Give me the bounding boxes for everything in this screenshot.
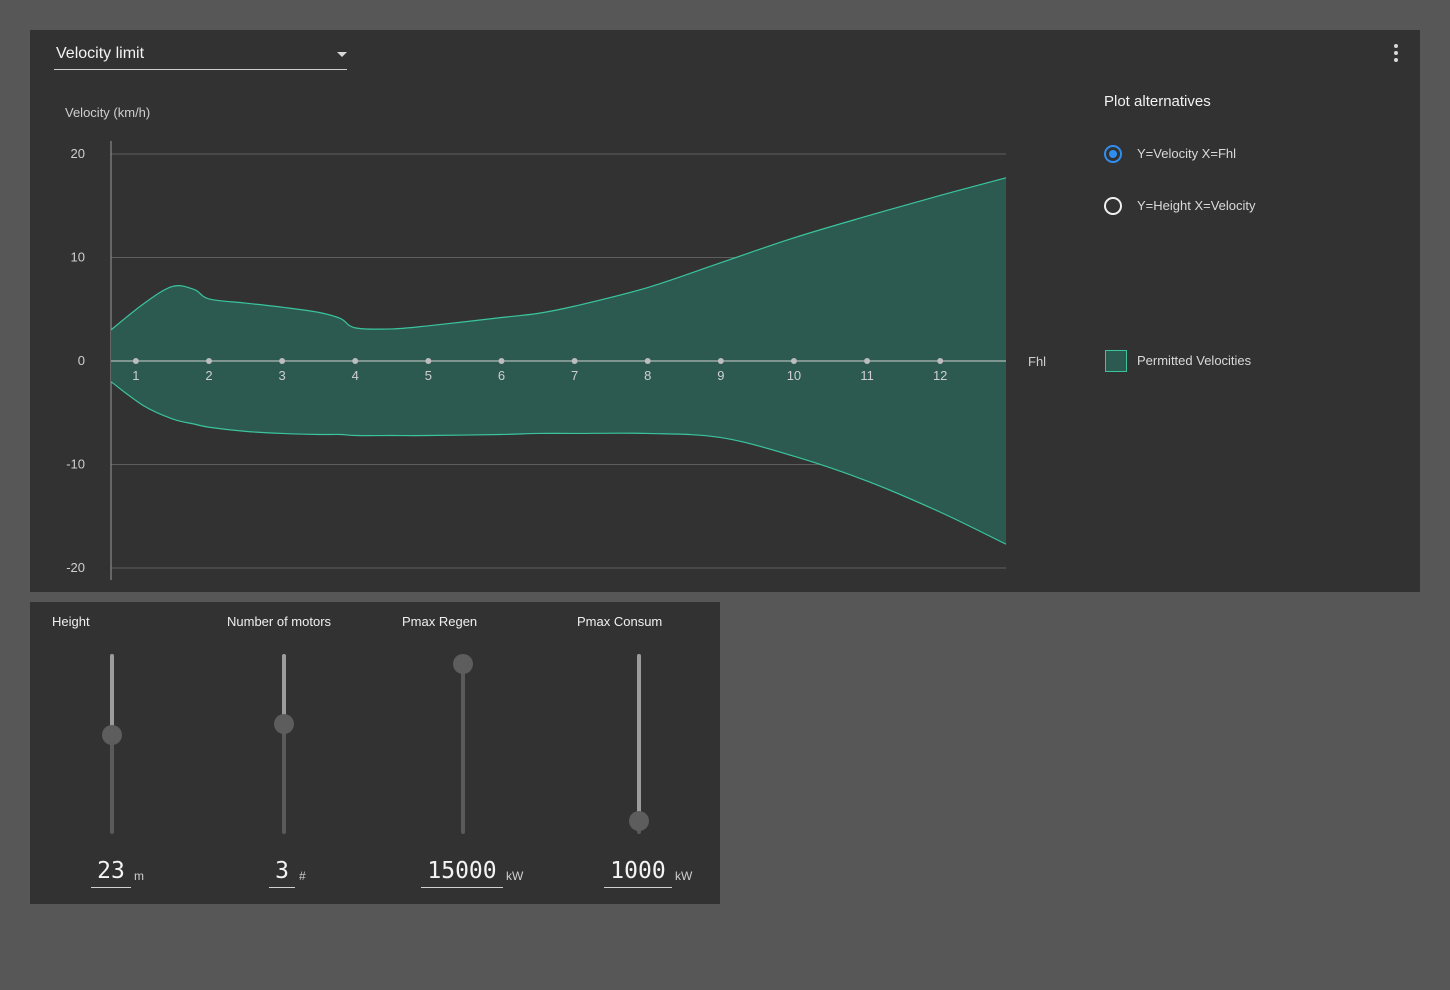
x-tick-label: 8 (644, 368, 651, 383)
x-tick-label: 11 (860, 368, 874, 383)
pmax-regen-unit: kW (506, 869, 524, 883)
motors-slider[interactable] (274, 654, 294, 834)
x-tick-marker (352, 358, 359, 364)
slider-thumb[interactable] (453, 654, 473, 674)
motors-unit: # (299, 869, 306, 883)
x-tick-marker (571, 358, 578, 364)
x-tick-marker (790, 358, 797, 364)
x-tick-label: 12 (933, 368, 947, 383)
controls-panel: Height 23 m Number of motors 3 # Pmax Re… (30, 602, 720, 904)
x-tick-marker (864, 358, 871, 364)
y-axis-label: Velocity (km/h) (65, 105, 150, 120)
plot-option-label: Y=Velocity X=Fhl (1137, 146, 1236, 161)
x-tick-label: 2 (205, 368, 212, 383)
more-vertical-icon[interactable] (1390, 44, 1402, 62)
x-tick-marker (279, 358, 286, 364)
radio-button[interactable] (1104, 145, 1122, 163)
slider-thumb[interactable] (629, 811, 649, 832)
pmax-regen-control: Pmax Regen 15000 kW (380, 602, 555, 904)
height-unit: m (134, 869, 144, 883)
slider-thumb[interactable] (102, 725, 122, 745)
pmax-consum-unit: kW (675, 869, 693, 883)
pmax-consum-slider[interactable] (629, 654, 649, 834)
pmax-consum-control: Pmax Consum 1000 kW (555, 602, 730, 904)
x-tick-label: 3 (278, 368, 285, 383)
legend-swatch (1105, 350, 1127, 372)
x-tick-marker (425, 358, 432, 364)
motors-label: Number of motors (227, 614, 332, 629)
pmax-regen-label: Pmax Regen (402, 614, 478, 629)
slider-track-fill (637, 654, 641, 822)
pmax-regen-slider[interactable] (453, 654, 473, 834)
plot-option-label: Y=Height X=Velocity (1137, 198, 1256, 213)
height-slider[interactable] (102, 654, 122, 834)
y-tick-label: -20 (66, 560, 85, 575)
y-tick-label: 10 (71, 250, 85, 265)
x-tick-label: 9 (717, 368, 724, 383)
pmax-regen-value-input[interactable]: 15000 (421, 855, 503, 888)
x-tick-label: 6 (498, 368, 505, 383)
x-tick-label: 4 (352, 368, 359, 383)
chart-panel: Velocity limit 20 10 0 -10 -20 Velocity (km/h… (30, 30, 1420, 592)
velocity-chart: 20100-10-20Velocity (km/h)1 2 3 4 5 6 7 8 9 10 11 1… (65, 105, 1046, 580)
pmax-consum-value-input[interactable]: 1000 (604, 855, 672, 888)
x-tick-marker (132, 358, 139, 364)
y-tick-label: -10 (66, 457, 85, 472)
x-tick-marker (717, 358, 724, 364)
pmax-consum-label: Pmax Consum (577, 614, 663, 629)
y-tick-label: 20 (71, 146, 85, 161)
slider-thumb[interactable] (274, 714, 294, 735)
x-tick-label: 10 (787, 368, 801, 383)
legend-label: Permitted Velocities (1137, 353, 1252, 368)
height-control: Height 23 m (30, 602, 205, 904)
x-tick-label: 7 (571, 368, 578, 383)
motors-control: Number of motors 3 # (205, 602, 380, 904)
y-tick-label: 0 (78, 353, 85, 368)
radio-button[interactable] (1104, 197, 1122, 215)
x-tick-marker (498, 358, 505, 364)
slider-track-fill (110, 654, 114, 735)
x-tick-label: 1 (132, 368, 139, 383)
plot-alternatives-title: Plot alternatives (1104, 93, 1211, 110)
height-label: Height (52, 614, 90, 629)
x-tick-label: 5 (425, 368, 432, 383)
motors-value-input[interactable]: 3 (269, 855, 295, 888)
x-tick-marker (205, 358, 212, 364)
x-tick-marker (644, 358, 651, 364)
height-value-input[interactable]: 23 (91, 855, 131, 888)
x-tick-marker (937, 358, 944, 364)
x-axis-label: Fhl (1028, 354, 1046, 369)
